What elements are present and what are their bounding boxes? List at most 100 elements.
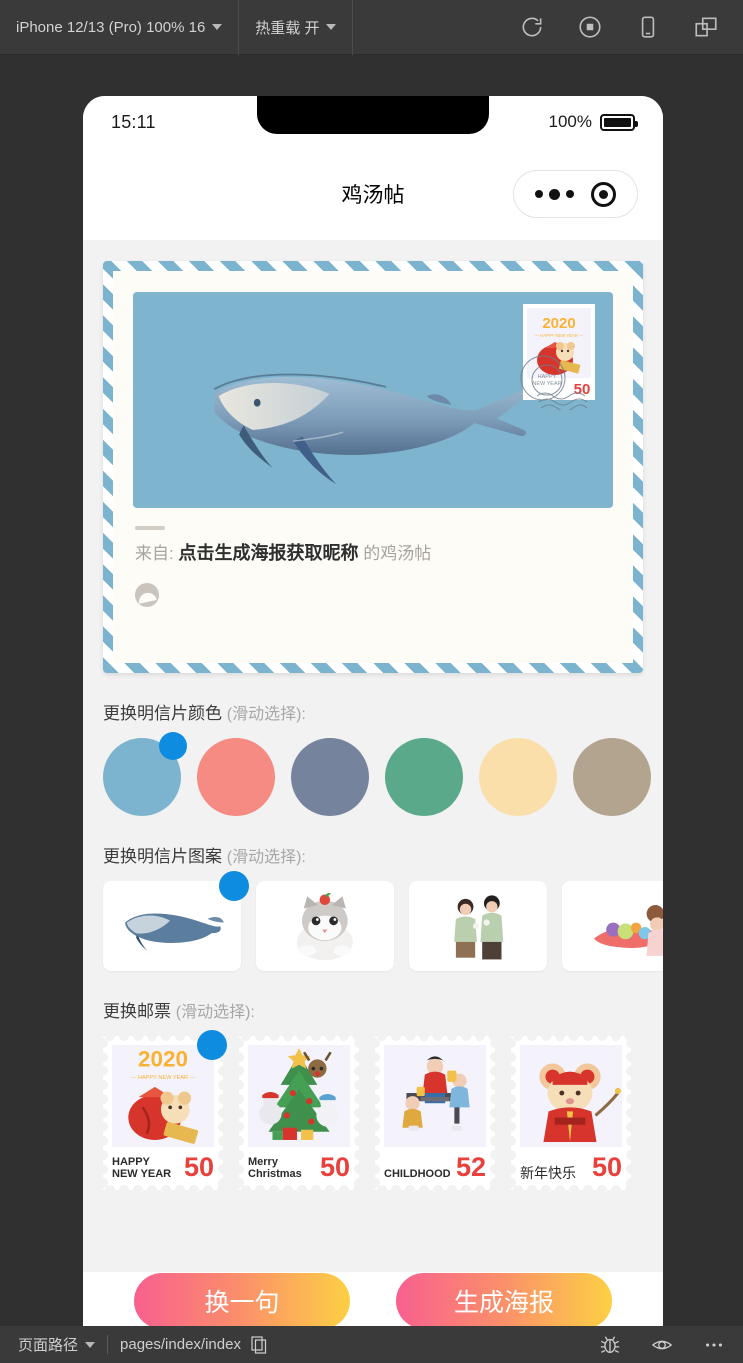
svg-text:2020: 2020 [138,1046,188,1071]
stamp-price: 52 [455,1152,486,1183]
stop-icon[interactable] [577,14,603,40]
stamp-footer: HAPPY NEW YEAR 50 [112,1147,214,1181]
battery-icon [600,113,638,131]
stamp-price: 50 [591,1152,622,1183]
from-name[interactable]: 点击生成海报获取昵称 [178,543,358,563]
stamp-label: HAPPY NEW YEAR [112,1155,172,1181]
stamp-footer: 新年快乐 50 [520,1147,622,1181]
svg-text:NEW YEAR: NEW YEAR [532,381,561,387]
color-swatch-light-blue[interactable] [103,732,187,816]
postcard-inner: 2020 — HAPPY NEW YEAR — 50 HAPPY NEW YEA… [113,271,633,663]
battery-percent: 100% [548,112,592,131]
stamp-section-title: 更换邮票 [103,1002,171,1021]
status-time: 15:11 [111,111,156,132]
color-swatch-light-peach[interactable] [479,738,557,816]
from-line: 来自: 点击生成海报获取昵称 的鸡汤帖 [135,539,611,565]
stamp-card-new-year-2020[interactable]: 2020 --- HAPPY NEW YEAR --- HAPPY NEW YE… [103,1030,227,1190]
postcard-caption: 来自: 点击生成海报获取昵称 的鸡汤帖 [133,508,613,607]
device-icon[interactable] [635,14,661,40]
color-swatch-sea-green[interactable] [385,738,463,816]
whale-illustration [213,373,526,484]
stamp-section-heading: 更换邮票 (滑动选择): [103,971,643,1036]
svg-text:--- HAPPY NEW YEAR ---: --- HAPPY NEW YEAR --- [131,1075,196,1081]
hot-reload-label: 热重载 开 [255,19,320,37]
svg-text:50: 50 [574,381,591,398]
bottom-action-bar: 换一句 生成海报 [83,1272,663,1330]
pattern-card-cat[interactable] [256,881,394,971]
stamp-label: 新年快乐 [520,1164,576,1181]
color-section-heading: 更换明信片颜色 (滑动选择): [103,673,643,738]
chevron-down-icon [212,24,223,30]
generate-poster-button[interactable]: 生成海报 [396,1273,612,1329]
device-preview-frame: 15:11 100% 鸡汤帖 2020 — HAPPY NEW YEAR — 5… [83,96,663,1317]
couple-pattern-icon [454,895,504,960]
devtools-bottom-toolbar: 页面路径 pages/index/index [0,1326,743,1363]
pattern-card-picnic[interactable] [562,881,663,971]
avatar [135,583,159,607]
pattern-card-couple[interactable] [409,881,547,971]
stamp-art-mouse-2020: 2020 --- HAPPY NEW YEAR --- [112,1045,214,1147]
color-swatch-slate-blue[interactable] [291,738,369,816]
page-title: 鸡汤帖 [341,184,405,207]
postcard-photo[interactable]: 2020 — HAPPY NEW YEAR — 50 HAPPY NEW YEA… [133,292,613,508]
color-section: 更换明信片颜色 (滑动选择): [83,673,663,816]
svg-text:HAPPY: HAPPY [538,374,557,380]
pattern-card-row[interactable] [103,871,663,971]
more-dots-icon[interactable] [534,188,574,200]
from-prefix: 来自: [135,544,174,563]
cat-pattern-icon [296,892,354,961]
pattern-section-hint: (滑动选择): [226,849,306,866]
refresh-quote-button[interactable]: 换一句 [134,1273,350,1329]
page-path-label[interactable]: 页面路径 [18,1334,78,1355]
device-selector-label: iPhone 12/13 (Pro) 100% 16 [16,18,206,36]
svg-text:— HAPPY NEW YEAR —: — HAPPY NEW YEAR — [535,333,584,338]
ios-status-bar: 15:11 100% [83,96,663,148]
color-swatch-salmon-red[interactable] [197,738,275,816]
selected-badge-icon [197,1030,227,1060]
svg-text:2020: 2020 [542,315,575,332]
from-suffix: 的鸡汤帖 [363,544,432,563]
stamp-card-row[interactable]: 2020 --- HAPPY NEW YEAR --- HAPPY NEW YE… [103,1030,643,1190]
device-selector[interactable]: iPhone 12/13 (Pro) 100% 16 [0,0,240,55]
bug-icon[interactable] [599,1334,621,1356]
more-icon[interactable] [703,1334,725,1356]
devtools-bottom-icons [599,1334,725,1356]
device-notch [257,96,489,134]
pattern-section-title: 更换明信片图案 [103,847,222,866]
stamp-card-christmas[interactable]: Merry Christmas 50 [239,1036,359,1190]
stamp-art-mouse-firecracker [520,1045,622,1147]
page-path-value: pages/index/index [120,1336,241,1353]
color-swatch-warm-taupe[interactable] [573,738,651,816]
stamp-card-childhood[interactable]: CHILDHOOD 52 [375,1036,495,1190]
stamp-section-hint: (滑动选择): [175,1004,255,1021]
app-nav-bar: 鸡汤帖 [83,148,663,240]
whale-pattern-icon [125,913,225,953]
app-page-body: 2020 — HAPPY NEW YEAR — 50 HAPPY NEW YEA… [83,240,663,1317]
selected-badge-icon [159,732,187,760]
color-section-hint: (滑动选择): [226,706,306,723]
copy-icon[interactable] [251,1335,267,1354]
pattern-section-heading: 更换明信片图案 (滑动选择): [103,816,643,881]
postcard-preview[interactable]: 2020 — HAPPY NEW YEAR — 50 HAPPY NEW YEA… [103,261,643,673]
stamp-art-christmas-tree [248,1045,350,1147]
stamp-card-cny[interactable]: 新年快乐 50 [511,1036,631,1190]
stamp-art-childhood [384,1045,486,1147]
picnic-pattern-icon [594,904,663,956]
stamp-price: 50 [183,1152,214,1183]
chevron-down-icon[interactable] [85,1341,96,1348]
stamp-footer: Merry Christmas 50 [248,1147,350,1181]
wechat-capsule-bar [513,170,638,218]
pattern-card-whale[interactable] [103,871,249,971]
color-section-title: 更换明信片颜色 [103,704,222,723]
stamp-price: 50 [319,1152,350,1183]
chevron-down-icon [326,24,337,30]
target-icon[interactable] [591,181,617,207]
stamp-label: Merry Christmas [248,1155,302,1181]
refresh-icon[interactable] [519,14,545,40]
selected-badge-icon [219,871,249,901]
pattern-section: 更换明信片图案 (滑动选择): [83,816,663,971]
eye-icon[interactable] [651,1334,673,1356]
color-swatch-row[interactable] [103,732,651,816]
multi-window-icon[interactable] [693,14,719,40]
hot-reload-selector[interactable]: 热重载 开 [239,0,354,55]
